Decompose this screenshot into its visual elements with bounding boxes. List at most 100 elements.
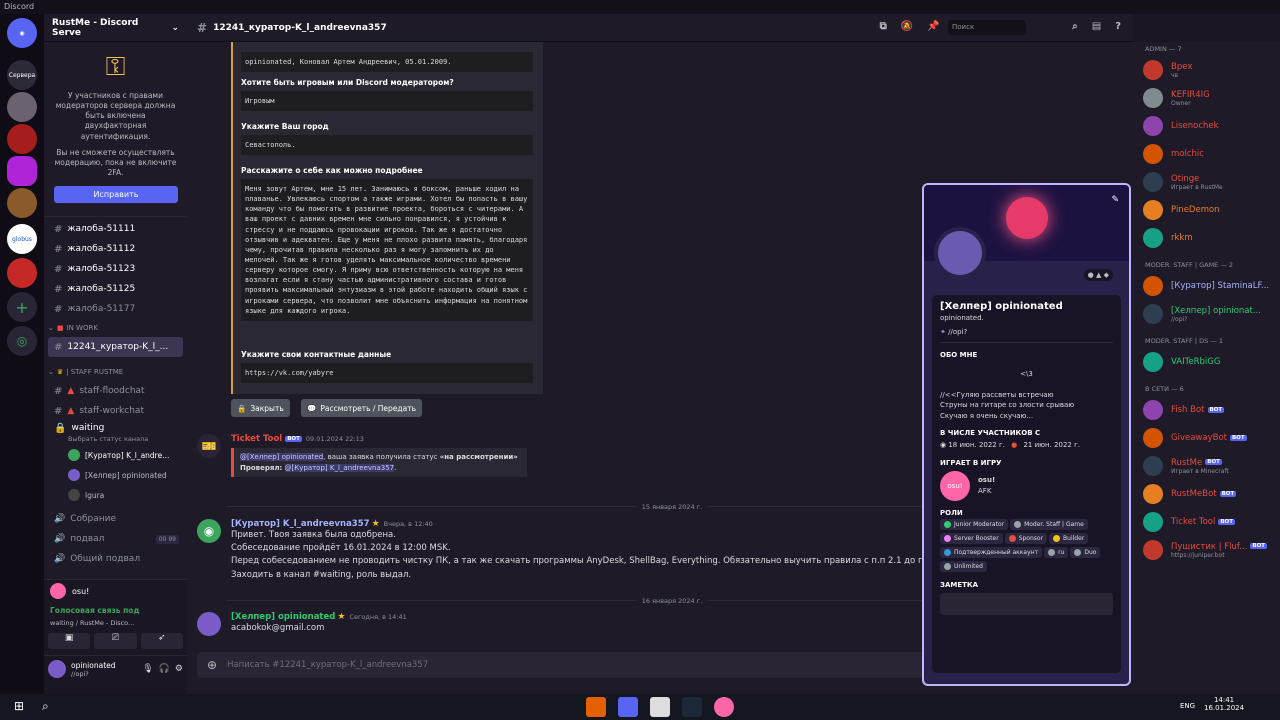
pin-icon[interactable]: 📌 [927,21,939,32]
language-indicator[interactable]: ENG [1180,702,1195,710]
member-item[interactable]: RustMeBot BOT [1133,480,1280,508]
discord-home-icon[interactable]: ◉ [7,18,37,48]
member-item[interactable]: VAITeRbiGG [1133,348,1280,376]
channel-item[interactable]: # жалоба-51111 [44,219,187,239]
note-input[interactable] [940,592,1113,615]
activity-row[interactable]: osu! [44,580,187,602]
clock[interactable]: 14:41 16.01.2024 [1204,696,1244,712]
server-icon[interactable] [7,92,37,122]
voice-channel-waiting[interactable]: 🔒 waiting [44,421,187,435]
server-icon[interactable] [7,124,37,154]
member-item[interactable]: Lisenochek [1133,112,1280,140]
search-icon[interactable]: ⌕ [42,699,49,714]
help-icon[interactable]: ? [1115,21,1121,32]
channel-item[interactable]: # жалоба-51125 [44,279,187,299]
search-icon[interactable]: ⌕ [1072,21,1078,32]
discord-icon[interactable] [618,697,638,717]
member-group-label: ADMIN — 7 [1145,45,1182,53]
server-icon[interactable]: Сервера [7,60,37,90]
channel-item[interactable]: # ▲ staff-workchat [44,401,187,421]
channel-item-selected[interactable]: #12241_куратор-K_l_... [48,337,183,357]
role-chip[interactable]: Duo [1070,546,1101,558]
add-server-icon[interactable]: + [7,292,37,322]
member-item[interactable]: Ticket Tool BOT [1133,508,1280,536]
threads-icon[interactable]: ⧉ [880,21,887,32]
message-author[interactable]: Ticket Tool [231,434,282,444]
explore-icon[interactable]: ◎ [7,326,37,356]
server-icon[interactable] [7,258,37,288]
channel-sidebar: RustMe - Discord Serve ⌄ ⚿ У участников с… [44,14,187,694]
voice-status[interactable]: Голосовая связь под [44,602,187,619]
member-item[interactable]: Врех чв [1133,56,1280,84]
mention[interactable]: @[Куратор] K_l_andreevna357 [284,463,395,472]
message-text: , ваша заявка получила статус [323,453,438,461]
voice-channel[interactable]: 🔊 Собрание [44,509,187,529]
rocket-icon[interactable]: ➶ [140,633,183,649]
firefox-icon[interactable] [586,697,606,717]
bot-badge: BOT [1205,459,1222,465]
inbox-icon[interactable]: ▤ [1092,21,1101,32]
message-author[interactable]: [Хелпер] opinionated [231,612,335,622]
playing-title: ИГРАЕТ В ИГРУ [940,458,1002,467]
avatar[interactable] [197,612,221,636]
mention[interactable]: @[Хелпер] opinionated [240,453,324,461]
member-item[interactable]: KEFIR4IG Owner [1133,84,1280,112]
camera-icon[interactable]: ▣ [48,633,91,649]
headphones-icon[interactable]: 🎧 [159,664,170,674]
member-item[interactable]: molchic [1133,140,1280,168]
gear-icon[interactable]: ⚙ [175,664,183,674]
voice-user[interactable]: lgura [44,485,187,505]
channel-item[interactable]: # жалоба-51123 [44,259,187,279]
windows-start-icon[interactable]: ⊞ [14,699,24,713]
channel-item[interactable]: # жалоба-51112 [44,239,187,259]
user-panel[interactable]: opinionated//opi? 🎙 🎧 ⚙ [44,655,187,682]
message-author[interactable]: [Куратор] K_l_andreevna357 [231,519,370,529]
role-chip[interactable]: ru [1044,546,1069,558]
role-chip[interactable]: Junior Moderator [940,518,1009,530]
voice-user[interactable]: [Куратор] K_l_andre... [44,445,187,465]
member-item[interactable]: Пушистик | Fluf... BOT https://juniper.bot [1133,536,1280,564]
category-staff[interactable]: ⌄ ♛ | STAFF RUSTME [44,363,187,381]
mic-icon[interactable]: 🎙 [142,664,153,674]
plus-circle-icon[interactable]: ⊕ [207,658,217,672]
role-chip[interactable]: Server Booster [940,532,1003,544]
pencil-icon[interactable]: ✎ [1111,195,1119,205]
screen-share-icon[interactable]: ⎚ [94,633,137,649]
close-ticket-button[interactable]: 🔒 Закрыть [231,399,290,417]
search-input[interactable]: Поиск [948,20,1026,35]
guild-header[interactable]: RustMe - Discord Serve ⌄ [44,14,187,42]
role-chip[interactable]: Moder. Staff | Game [1010,518,1088,530]
role-chip[interactable]: Builder [1049,532,1089,544]
server-icon[interactable] [7,188,37,218]
member-item[interactable]: GiveawayBot BOT [1133,424,1280,452]
member-item[interactable]: [Куратор] StaminaLF... [1133,272,1280,300]
channel-status[interactable]: Выбрать статус канала [44,435,187,445]
voice-channel[interactable]: 🔊 подвал 00 99 [44,529,187,549]
review-button[interactable]: 💬 Рассмотреть / Передать [301,399,422,417]
channel-item[interactable]: # жалоба-51177 [44,299,187,319]
voice-channel[interactable]: 🔊 Общий подвал [44,549,187,569]
channel-item[interactable]: # ▲ staff-floodchat [44,381,187,401]
server-icon[interactable]: globus [7,224,37,254]
member-item[interactable]: [Хелпер] opinionat...//opi? [1133,300,1280,328]
voice-user[interactable]: [Хелпер] opinionated [44,465,187,485]
role-chip[interactable]: Sponsor [1004,532,1048,544]
voice-substatus[interactable]: waiting / RustMe - Disco... [44,619,187,627]
app-icon[interactable] [650,697,670,717]
member-item[interactable]: rkkm [1133,224,1280,252]
category-inwork[interactable]: ⌄ ■ IN WORK [44,319,187,337]
member-item[interactable]: Otinge Играет в RustMe [1133,168,1280,196]
role-chip[interactable]: Unlimited [940,560,987,572]
steam-icon[interactable] [682,697,702,717]
role-color-dot [944,562,951,570]
fix-button[interactable]: Исправить [54,186,178,204]
member-name: KEFIR4IG [1171,89,1210,100]
bell-icon[interactable]: 🔕 [901,21,913,32]
profile-avatar[interactable] [934,227,986,279]
member-item[interactable]: Fish Bot BOT [1133,396,1280,424]
role-chip[interactable]: Подтвержденный аккаунт [940,546,1043,558]
member-item[interactable]: PineDemon [1133,196,1280,224]
osu-icon[interactable] [714,697,734,717]
member-item[interactable]: RustMe BOT Играет в Minecraft [1133,452,1280,480]
server-icon[interactable] [7,156,37,186]
